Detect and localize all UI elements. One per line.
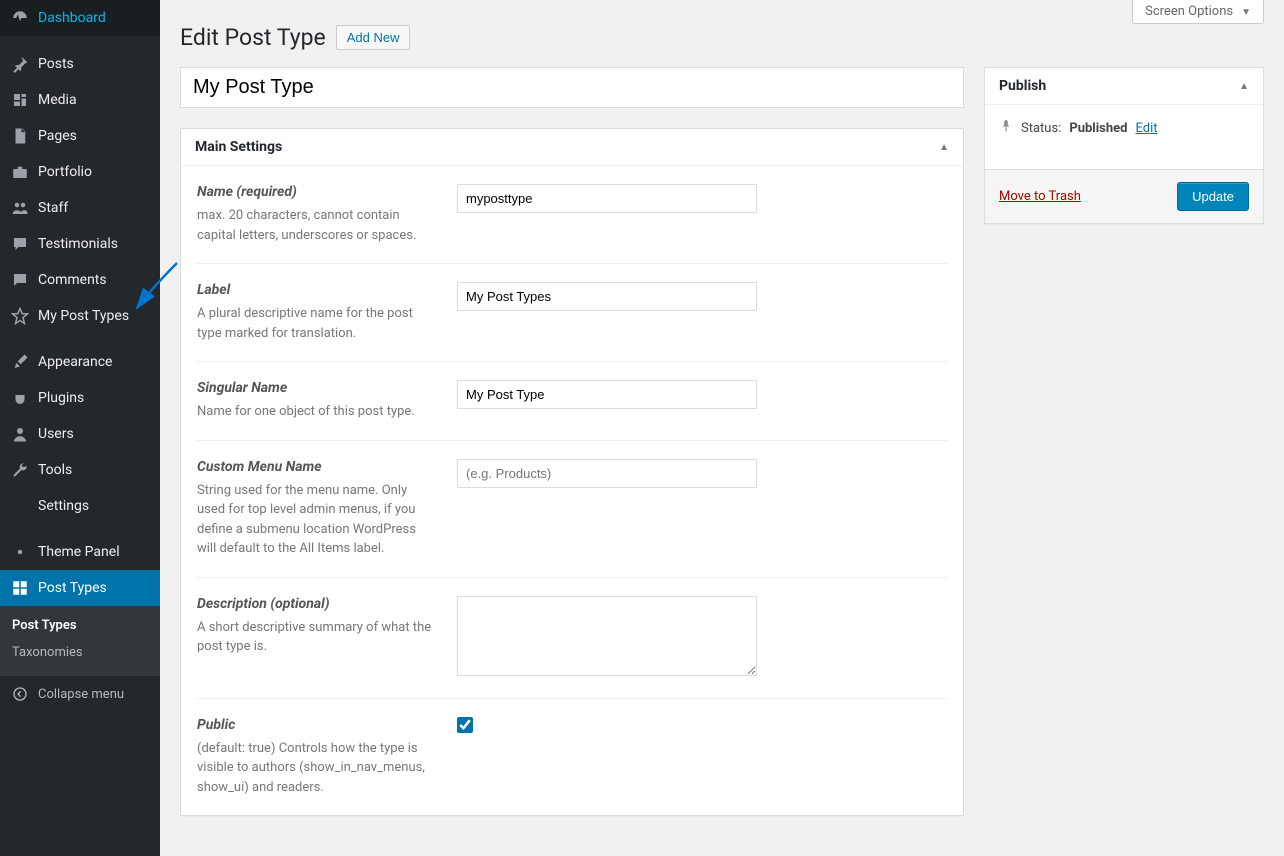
wrench-icon bbox=[10, 460, 30, 480]
group-icon bbox=[10, 198, 30, 218]
collapse-menu[interactable]: Collapse menu bbox=[0, 676, 160, 712]
star-icon bbox=[10, 306, 30, 326]
main-content: Screen Options Edit Post Type Add New Ma… bbox=[160, 0, 1284, 856]
publish-toggle[interactable]: Publish ▲ bbox=[985, 68, 1263, 105]
sidebar-item-media[interactable]: Media bbox=[0, 82, 160, 118]
main-settings-heading: Main Settings bbox=[195, 139, 282, 155]
chat-icon bbox=[10, 234, 30, 254]
user-icon bbox=[10, 424, 30, 444]
sidebar-item-users[interactable]: Users bbox=[0, 416, 160, 452]
sidebar-item-comments[interactable]: Comments bbox=[0, 262, 160, 298]
sidebar-item-posttypes[interactable]: Post Types bbox=[0, 570, 160, 606]
add-new-button[interactable]: Add New bbox=[336, 25, 411, 50]
publish-box: Publish ▲ Status: Published Edit Move to… bbox=[984, 67, 1264, 224]
plug-icon bbox=[10, 388, 30, 408]
post-title-input[interactable] bbox=[180, 67, 964, 108]
sidebar-item-staff[interactable]: Staff bbox=[0, 190, 160, 226]
publish-heading: Publish bbox=[999, 78, 1046, 94]
brush-icon bbox=[10, 352, 30, 372]
chevron-up-icon: ▲ bbox=[939, 142, 949, 153]
public-checkbox[interactable] bbox=[457, 717, 473, 733]
status-label: Status: bbox=[1021, 121, 1061, 136]
sidebar-item-themepanel[interactable]: Theme Panel bbox=[0, 534, 160, 570]
collapse-icon bbox=[10, 684, 30, 704]
field-name-title: Name (required) bbox=[197, 184, 437, 200]
singular-input[interactable] bbox=[457, 380, 757, 409]
field-name-desc: max. 20 characters, cannot contain capit… bbox=[197, 206, 437, 245]
page-icon bbox=[10, 126, 30, 146]
sidebar-item-posts[interactable]: Posts bbox=[0, 46, 160, 82]
dashboard-icon bbox=[10, 8, 30, 28]
description-textarea[interactable] bbox=[457, 596, 757, 676]
sliders-icon bbox=[10, 496, 30, 516]
update-button[interactable]: Update bbox=[1177, 182, 1249, 211]
page-title: Edit Post Type bbox=[180, 24, 326, 51]
menuname-input[interactable] bbox=[457, 459, 757, 488]
sidebar-item-myposttypes[interactable]: My Post Types bbox=[0, 298, 160, 334]
sidebar-item-settings[interactable]: Settings bbox=[0, 488, 160, 524]
screen-options-toggle[interactable]: Screen Options bbox=[1132, 0, 1264, 24]
sidebar-item-tools[interactable]: Tools bbox=[0, 452, 160, 488]
submenu-taxonomies[interactable]: Taxonomies bbox=[0, 639, 160, 666]
main-settings-box: Main Settings ▲ Name (required) max. 20 c… bbox=[180, 128, 964, 816]
admin-sidebar: Dashboard Posts Media Pages Portfolio St… bbox=[0, 0, 160, 856]
chevron-up-icon: ▲ bbox=[1239, 81, 1249, 92]
sidebar-item-plugins[interactable]: Plugins bbox=[0, 380, 160, 416]
sidebar-item-testimonials[interactable]: Testimonials bbox=[0, 226, 160, 262]
media-icon bbox=[10, 90, 30, 110]
sidebar-item-appearance[interactable]: Appearance bbox=[0, 344, 160, 380]
sidebar-item-portfolio[interactable]: Portfolio bbox=[0, 154, 160, 190]
sidebar-item-pages[interactable]: Pages bbox=[0, 118, 160, 154]
move-to-trash-link[interactable]: Move to Trash bbox=[999, 189, 1081, 204]
sidebar-item-dashboard[interactable]: Dashboard bbox=[0, 0, 160, 36]
briefcase-icon bbox=[10, 162, 30, 182]
label-input[interactable] bbox=[457, 282, 757, 311]
comment-icon bbox=[10, 270, 30, 290]
grid-icon bbox=[10, 578, 30, 598]
sidebar-submenu: Post Types Taxonomies bbox=[0, 606, 160, 676]
pushpin-icon bbox=[999, 119, 1013, 137]
edit-status-link[interactable]: Edit bbox=[1135, 121, 1157, 136]
sidebar-label: Dashboard bbox=[38, 10, 150, 26]
submenu-posttypes[interactable]: Post Types bbox=[0, 612, 160, 639]
gear-icon bbox=[10, 542, 30, 562]
pin-icon bbox=[10, 54, 30, 74]
status-value: Published bbox=[1069, 121, 1127, 136]
name-input[interactable] bbox=[457, 184, 757, 213]
main-settings-toggle[interactable]: Main Settings ▲ bbox=[181, 129, 963, 166]
